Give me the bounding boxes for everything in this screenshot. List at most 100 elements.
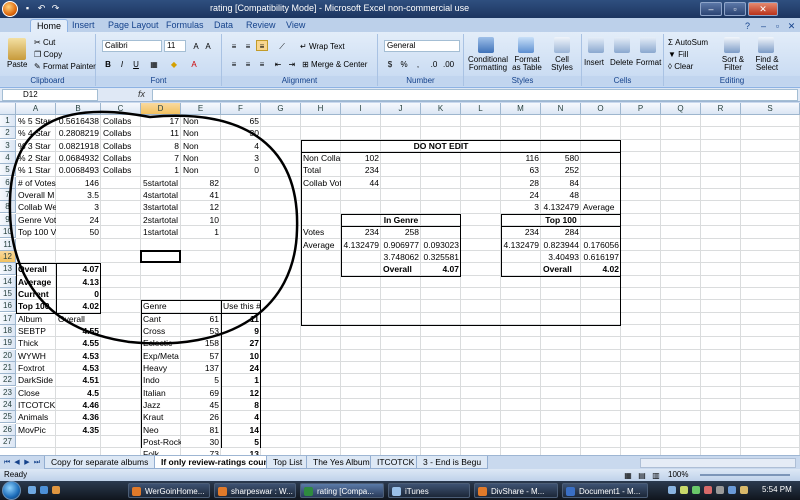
dne-label[interactable]: Non Colla — [301, 152, 341, 164]
redo-icon[interactable]: ↷ — [50, 3, 61, 14]
row-header-10[interactable]: 10 — [0, 226, 16, 239]
genre-count[interactable]: 137 — [181, 362, 221, 374]
cell-c3[interactable]: Collabs — [101, 140, 141, 152]
summary-label[interactable]: Average — [16, 276, 56, 288]
cell-e3[interactable]: Non — [181, 140, 221, 152]
genre-use-number[interactable]: 11 — [221, 313, 261, 325]
cell-a3[interactable]: % 3 Star — [16, 140, 56, 152]
sheet-tab-end-is-begu[interactable]: 3 - End is Begu — [416, 456, 489, 469]
quicklaunch-icon[interactable] — [52, 486, 60, 494]
genre-use-number[interactable]: 5 — [221, 436, 261, 448]
format-as-table-icon[interactable] — [518, 37, 534, 53]
album-overall[interactable]: 4.55 — [56, 325, 101, 337]
in-genre-title[interactable]: In Genre — [341, 214, 461, 226]
comma-button[interactable]: , — [412, 58, 424, 69]
tray-icon[interactable] — [680, 486, 688, 494]
taskbar-item-divshare[interactable]: DivShare - M... — [474, 483, 558, 498]
paste-icon[interactable] — [8, 38, 26, 60]
sheet-tab-itcotck[interactable]: ITCOTCK — [370, 456, 422, 469]
taskbar-item-sharpeswar[interactable]: sharpeswar : W... — [214, 483, 296, 498]
orientation-icon[interactable]: ⟋ — [276, 40, 288, 51]
cell-d5[interactable]: 1 — [141, 164, 181, 176]
tray-icon[interactable] — [740, 486, 748, 494]
dne-value[interactable]: 102 — [341, 152, 381, 164]
row-header-24[interactable]: 24 — [0, 399, 16, 412]
normal-view-icon[interactable]: ▦ — [622, 469, 634, 480]
top-100-avg[interactable]: 0.176056 — [581, 239, 621, 251]
album-overall[interactable]: 4.53 — [56, 350, 101, 362]
clear-button[interactable]: ◊ Clear — [668, 62, 693, 71]
overall-header[interactable]: Overall — [56, 313, 101, 325]
help-icon[interactable]: ? — [742, 21, 753, 32]
column-header-q[interactable]: Q — [661, 103, 701, 115]
summary-value[interactable]: 0 — [56, 288, 101, 300]
cell-e6[interactable]: 82 — [181, 177, 221, 189]
sort-filter-button[interactable]: Sort & Filter — [716, 56, 750, 72]
row-header-21[interactable]: 21 — [0, 362, 16, 374]
cell-b10[interactable]: 50 — [56, 226, 101, 238]
column-header-m[interactable]: M — [501, 103, 541, 115]
conditional-formatting-button[interactable]: Conditional Formatting — [466, 56, 510, 72]
increase-indent-icon[interactable]: ⇥ — [286, 58, 298, 69]
genre-count[interactable]: 45 — [181, 399, 221, 411]
cell-d2[interactable]: 11 — [141, 127, 181, 139]
prev-sheet-icon[interactable]: ◀ — [12, 458, 22, 468]
minimize-button[interactable]: – — [700, 2, 722, 16]
genre-count[interactable]: 81 — [181, 424, 221, 436]
first-sheet-icon[interactable]: ⏮ — [2, 458, 12, 468]
tab-data[interactable]: Data — [208, 19, 239, 32]
row-header-27[interactable]: 27 — [0, 436, 16, 449]
album-name[interactable]: Animals — [16, 411, 56, 423]
align-top-icon[interactable]: ≡ — [228, 40, 240, 51]
cell-f3[interactable]: 4 — [221, 140, 261, 152]
genre-header[interactable]: Genre — [141, 300, 181, 312]
office-button[interactable] — [2, 1, 18, 17]
undo-icon[interactable]: ↶ — [36, 3, 47, 14]
genre-name[interactable]: Jazz — [141, 399, 181, 411]
summary-label[interactable]: Top 100 — [16, 300, 56, 312]
tray-icon[interactable] — [728, 486, 736, 494]
album-name[interactable]: SEBTP — [16, 325, 56, 337]
album-name[interactable]: DarkSide — [16, 374, 56, 386]
cell-b2[interactable]: 0.2808219 — [56, 127, 101, 139]
copy-button[interactable]: ❐ Copy — [34, 50, 62, 59]
dne-label[interactable]: Total — [301, 164, 341, 176]
format-button[interactable]: Format — [636, 58, 661, 67]
genre-count[interactable]: 53 — [181, 325, 221, 337]
cell-a1[interactable]: % 5 Star — [16, 115, 56, 127]
column-header-b[interactable]: B — [56, 103, 101, 115]
album-overall[interactable]: 4.46 — [56, 399, 101, 411]
taskbar-item-wergoinhome[interactable]: WerGoinHome... — [128, 483, 210, 498]
sheet-tab-review-ratings[interactable]: If only review-ratings count — [154, 456, 279, 469]
column-header-f[interactable]: F — [221, 103, 261, 115]
album-name[interactable]: Close — [16, 387, 56, 399]
column-header-c[interactable]: C — [101, 103, 141, 115]
select-all-corner[interactable] — [0, 103, 16, 115]
genre-count[interactable]: 26 — [181, 411, 221, 423]
row-header-20[interactable]: 20 — [0, 349, 16, 362]
cell-a7[interactable]: Overall M — [16, 189, 56, 201]
cell-a5[interactable]: % 1 Star — [16, 164, 56, 176]
cell-f4[interactable]: 3 — [221, 152, 261, 164]
row-header-13[interactable]: 13 — [0, 263, 16, 276]
genre-use-number[interactable]: 10 — [221, 350, 261, 362]
in-genre-overall-label[interactable]: Overall — [381, 263, 421, 275]
cell-b4[interactable]: 0.0684932 — [56, 152, 101, 164]
increase-decimal-icon[interactable]: .0 — [428, 58, 440, 69]
column-header-e[interactable]: E — [181, 103, 221, 115]
cell-b7[interactable]: 3.5 — [56, 189, 101, 201]
page-layout-view-icon[interactable]: ▤ — [636, 469, 648, 480]
row-header-11[interactable]: 11 — [0, 238, 16, 251]
in-genre-row3[interactable]: 0.325581 — [421, 251, 461, 263]
genre-name[interactable]: Cross — [141, 325, 181, 337]
in-genre-avg[interactable]: 4.132479 — [341, 239, 381, 251]
zoom-level[interactable]: 100% — [668, 469, 688, 481]
dne-label[interactable]: Collab Vot — [301, 177, 341, 189]
row-header-14[interactable]: 14 — [0, 275, 16, 288]
genre-use-number[interactable]: 24 — [221, 362, 261, 374]
row-header-19[interactable]: 19 — [0, 337, 16, 350]
cell-e7[interactable]: 41 — [181, 189, 221, 201]
genre-use-number[interactable]: 14 — [221, 424, 261, 436]
cell-d6[interactable]: 5startotal — [141, 177, 181, 189]
column-header-d[interactable]: D — [141, 103, 181, 115]
